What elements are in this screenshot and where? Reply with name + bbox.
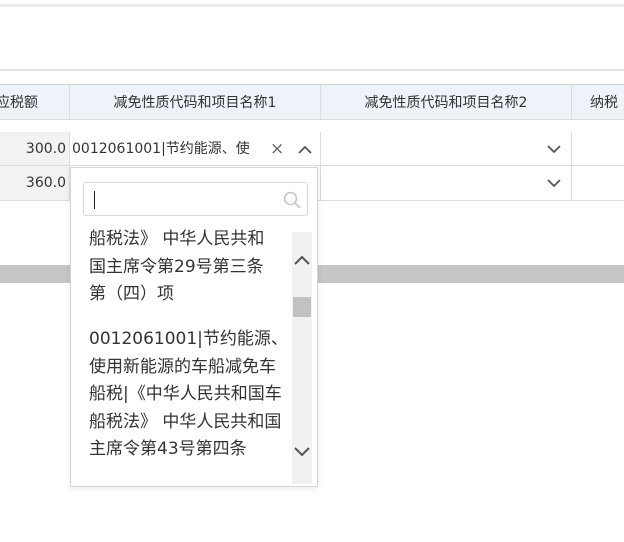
list-item[interactable]: 0012061001|节约能源、使用新能源的车船减免车船税|《中华人民共和国车船…	[89, 326, 289, 464]
reduction-code-1-select[interactable]: 0012061001|节约能源、使 ×	[70, 132, 321, 166]
search-icon[interactable]	[282, 190, 302, 210]
scroll-down-icon[interactable]	[292, 441, 312, 463]
text-caret	[94, 191, 95, 209]
section-divider	[0, 69, 624, 71]
reduction-code-2-select[interactable]	[321, 132, 572, 166]
column-header-reduction-code-1: 减免性质代码和项目名称1	[70, 85, 321, 120]
search-input[interactable]	[83, 182, 308, 216]
reduction-code-2-select-row-2[interactable]	[321, 166, 572, 201]
vertical-scroll-thumb[interactable]	[293, 297, 311, 317]
vertical-scrollbar[interactable]	[292, 232, 312, 484]
scroll-up-icon[interactable]	[292, 249, 312, 271]
close-icon[interactable]: ×	[270, 132, 284, 166]
reduction-code-dropdown: 船税法》 中华人民共和国主席令第29号第三条第（四）项 0012061001|节…	[70, 167, 318, 487]
column-header-reduction-code-2: 减免性质代码和项目名称2	[321, 85, 572, 120]
table-row-1-tax[interactable]	[572, 132, 624, 166]
chevron-down-icon[interactable]	[546, 132, 562, 166]
chevron-up-icon[interactable]	[296, 132, 314, 166]
dropdown-options-list[interactable]: 船税法》 中华人民共和国主席令第29号第三条第（四）项 0012061001|节…	[89, 226, 289, 488]
column-header-tax: 纳税	[572, 85, 624, 120]
table-row-2-tax[interactable]	[572, 166, 624, 201]
column-header-tax-amount: 应税额	[0, 85, 70, 120]
list-item[interactable]: 船税法》 中华人民共和国主席令第29号第三条第（四）项	[89, 226, 274, 309]
selected-value: 0012061001|节约能源、使	[72, 141, 250, 157]
top-divider	[0, 4, 624, 7]
table-row-2-amount: 360.0	[0, 166, 70, 201]
table-row-1-amount: 300.0	[0, 132, 70, 166]
chevron-down-icon[interactable]	[546, 166, 562, 200]
